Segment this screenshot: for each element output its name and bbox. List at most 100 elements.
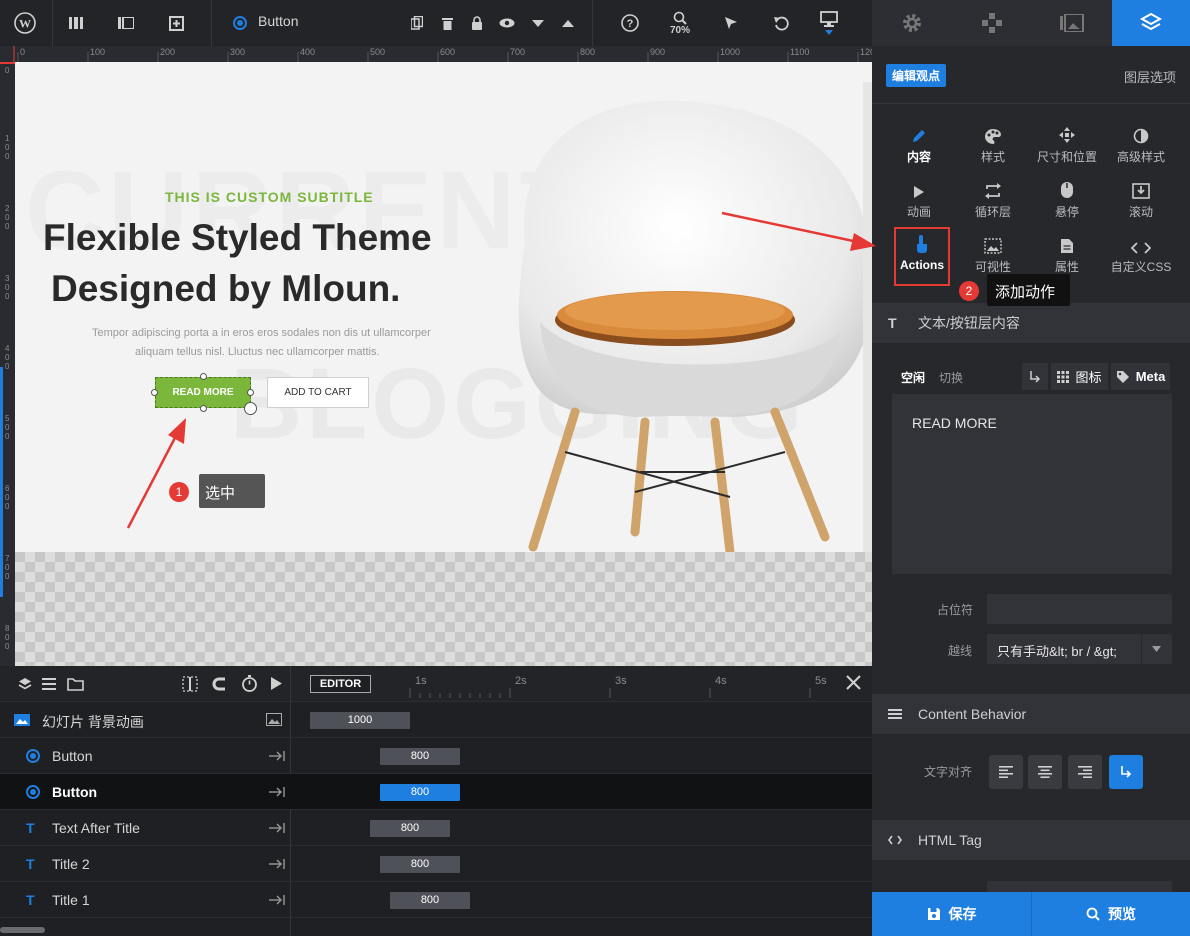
tab-settings[interactable] bbox=[872, 0, 952, 46]
grid-style[interactable]: 样式 bbox=[953, 122, 1033, 176]
grid-size-position[interactable]: 尺寸和位置 bbox=[1027, 122, 1107, 176]
section-header-html-tag[interactable]: HTML Tag bbox=[872, 820, 1190, 860]
tab-end-icon[interactable] bbox=[269, 823, 285, 833]
tab-end-icon[interactable] bbox=[269, 787, 285, 797]
grid-scroll[interactable]: 滚动 bbox=[1101, 177, 1181, 231]
placeholder-input[interactable] bbox=[987, 594, 1172, 624]
tab-slides[interactable] bbox=[1032, 0, 1112, 46]
slide-body-line1[interactable]: Tempor adipiscing porta a in eros eros s… bbox=[92, 327, 431, 339]
section-header-text-content[interactable]: T 文本/按钮层内容 bbox=[872, 303, 1190, 343]
timeline-tick: 4s bbox=[715, 675, 727, 687]
resize-handle[interactable] bbox=[200, 373, 207, 380]
tag-icon bbox=[1116, 370, 1129, 383]
layer-options-link[interactable]: 图层选项 bbox=[1124, 67, 1176, 86]
editor-canvas[interactable]: CURRENT BLOGGING THIS IS CUSTOM SUBTITLE… bbox=[15, 62, 872, 666]
editor-tag[interactable]: EDITOR bbox=[310, 675, 371, 693]
grid-select-icon[interactable] bbox=[182, 676, 198, 692]
align-right-button[interactable] bbox=[1068, 755, 1102, 789]
slide-subtitle[interactable]: THIS IS CUSTOM SUBTITLE bbox=[165, 189, 374, 205]
zoom-level: 70% bbox=[669, 24, 690, 36]
move-down-icon[interactable] bbox=[527, 0, 549, 46]
play-icon[interactable] bbox=[271, 677, 282, 690]
tab-layers[interactable] bbox=[1112, 0, 1190, 46]
line-break-button[interactable] bbox=[1022, 363, 1048, 390]
resize-handle[interactable] bbox=[247, 389, 254, 396]
align-inherit-button[interactable] bbox=[1109, 755, 1143, 789]
timeline-row-title-2[interactable]: T Title 2 800 bbox=[0, 846, 872, 882]
wordpress-icon[interactable]: W bbox=[8, 0, 42, 46]
icon-insert-button[interactable]: 图标 bbox=[1051, 363, 1108, 390]
loop-icon bbox=[985, 183, 1001, 199]
help-icon[interactable]: ? bbox=[618, 0, 642, 46]
folder-icon[interactable] bbox=[67, 677, 84, 691]
annotation-arrow-1 bbox=[126, 418, 186, 529]
zoom-button[interactable]: 70% bbox=[664, 0, 696, 46]
timeline-row-button-selected[interactable]: Button 800 bbox=[0, 774, 872, 810]
timeline-bar[interactable]: 1000 bbox=[310, 712, 410, 729]
lock-icon[interactable] bbox=[466, 0, 488, 46]
pointer-icon[interactable] bbox=[720, 0, 742, 46]
move-up-icon[interactable] bbox=[557, 0, 579, 46]
read-more-button[interactable]: READ MORE bbox=[155, 377, 251, 408]
grid-hover[interactable]: 悬停 bbox=[1027, 177, 1107, 231]
subtab-idle[interactable]: 空闲 bbox=[901, 369, 925, 386]
preview-button[interactable]: 预览 bbox=[1032, 892, 1190, 936]
save-icon bbox=[927, 908, 940, 920]
rotate-handle-icon[interactable] bbox=[244, 402, 257, 415]
library-icon[interactable] bbox=[112, 0, 140, 46]
resize-handle[interactable] bbox=[200, 405, 207, 412]
ruler-mark: 3 0 0 bbox=[5, 274, 10, 301]
close-icon[interactable] bbox=[846, 675, 861, 690]
slide-title-line1[interactable]: Flexible Styled Theme bbox=[43, 217, 432, 259]
add-to-cart-button[interactable]: ADD TO CART bbox=[267, 377, 369, 408]
columns-icon[interactable] bbox=[62, 0, 90, 46]
tab-navigation[interactable] bbox=[952, 0, 1032, 46]
timeline-bar[interactable]: 800 bbox=[390, 892, 470, 909]
resize-handle[interactable] bbox=[151, 389, 158, 396]
timeline-row-title-1[interactable]: T Title 1 800 bbox=[0, 882, 872, 918]
grid-content[interactable]: 内容 bbox=[879, 122, 959, 176]
grid-actions[interactable]: Actions bbox=[882, 232, 962, 286]
slide-title-line2[interactable]: Designed by Mloun. bbox=[51, 268, 400, 310]
desktop-view-icon[interactable] bbox=[817, 0, 841, 46]
grid-custom-css[interactable]: 自定义CSS bbox=[1101, 232, 1181, 286]
timeline-bar[interactable]: 800 bbox=[380, 748, 460, 765]
text-content-editor[interactable]: READ MORE bbox=[892, 394, 1172, 574]
undo-icon[interactable] bbox=[770, 0, 792, 46]
align-left-button[interactable] bbox=[989, 755, 1023, 789]
timeline-row-slide-bg[interactable]: 幻灯片 背景动画 1000 bbox=[0, 702, 872, 738]
grid-animation[interactable]: 动画 bbox=[879, 177, 959, 231]
wrap-select[interactable]: 只有手动&lt; br / &gt; bbox=[987, 634, 1172, 664]
section-header-content-behavior[interactable]: Content Behavior bbox=[872, 694, 1190, 734]
list-icon[interactable] bbox=[42, 678, 56, 690]
grid-advanced-style[interactable]: 高级样式 bbox=[1101, 122, 1181, 176]
timeline-row-label: Title 1 bbox=[52, 892, 90, 908]
layers-icon[interactable] bbox=[18, 677, 32, 691]
grid-loop[interactable]: 循环层 bbox=[953, 177, 1033, 231]
add-layer-icon[interactable] bbox=[162, 0, 190, 46]
timeline-row-text-after-title[interactable]: T Text After Title 800 bbox=[0, 810, 872, 846]
align-center-button[interactable] bbox=[1028, 755, 1062, 789]
timeline-row-button[interactable]: Button 800 bbox=[0, 738, 872, 774]
subtab-toggle[interactable]: 切换 bbox=[939, 369, 963, 386]
timeline-bar[interactable]: 800 bbox=[380, 856, 460, 873]
meta-insert-button[interactable]: Meta bbox=[1111, 363, 1170, 390]
eye-icon[interactable] bbox=[496, 0, 518, 46]
trash-icon[interactable] bbox=[436, 0, 458, 46]
stopwatch-icon[interactable] bbox=[241, 675, 258, 692]
save-button[interactable]: 保存 bbox=[872, 892, 1031, 936]
return-icon bbox=[1121, 766, 1132, 778]
ruler-mark: 600 bbox=[440, 47, 456, 57]
horizontal-scrollbar[interactable] bbox=[0, 927, 45, 933]
tab-end-icon[interactable] bbox=[269, 859, 285, 869]
edit-view-badge[interactable]: 编辑观点 bbox=[886, 64, 947, 87]
contrast-icon bbox=[1133, 128, 1149, 144]
ruler-mark: 1 0 0 bbox=[5, 134, 10, 161]
timeline-bar[interactable]: 800 bbox=[370, 820, 450, 837]
tab-end-icon[interactable] bbox=[269, 895, 285, 905]
timeline-bar[interactable]: 800 bbox=[380, 784, 460, 801]
slide-body-line2[interactable]: aliquam tellus nisl. Lluctus nec ullamco… bbox=[135, 346, 380, 358]
duplicate-icon[interactable] bbox=[406, 0, 428, 46]
tab-end-icon[interactable] bbox=[269, 751, 285, 761]
magnet-icon[interactable] bbox=[212, 676, 228, 692]
